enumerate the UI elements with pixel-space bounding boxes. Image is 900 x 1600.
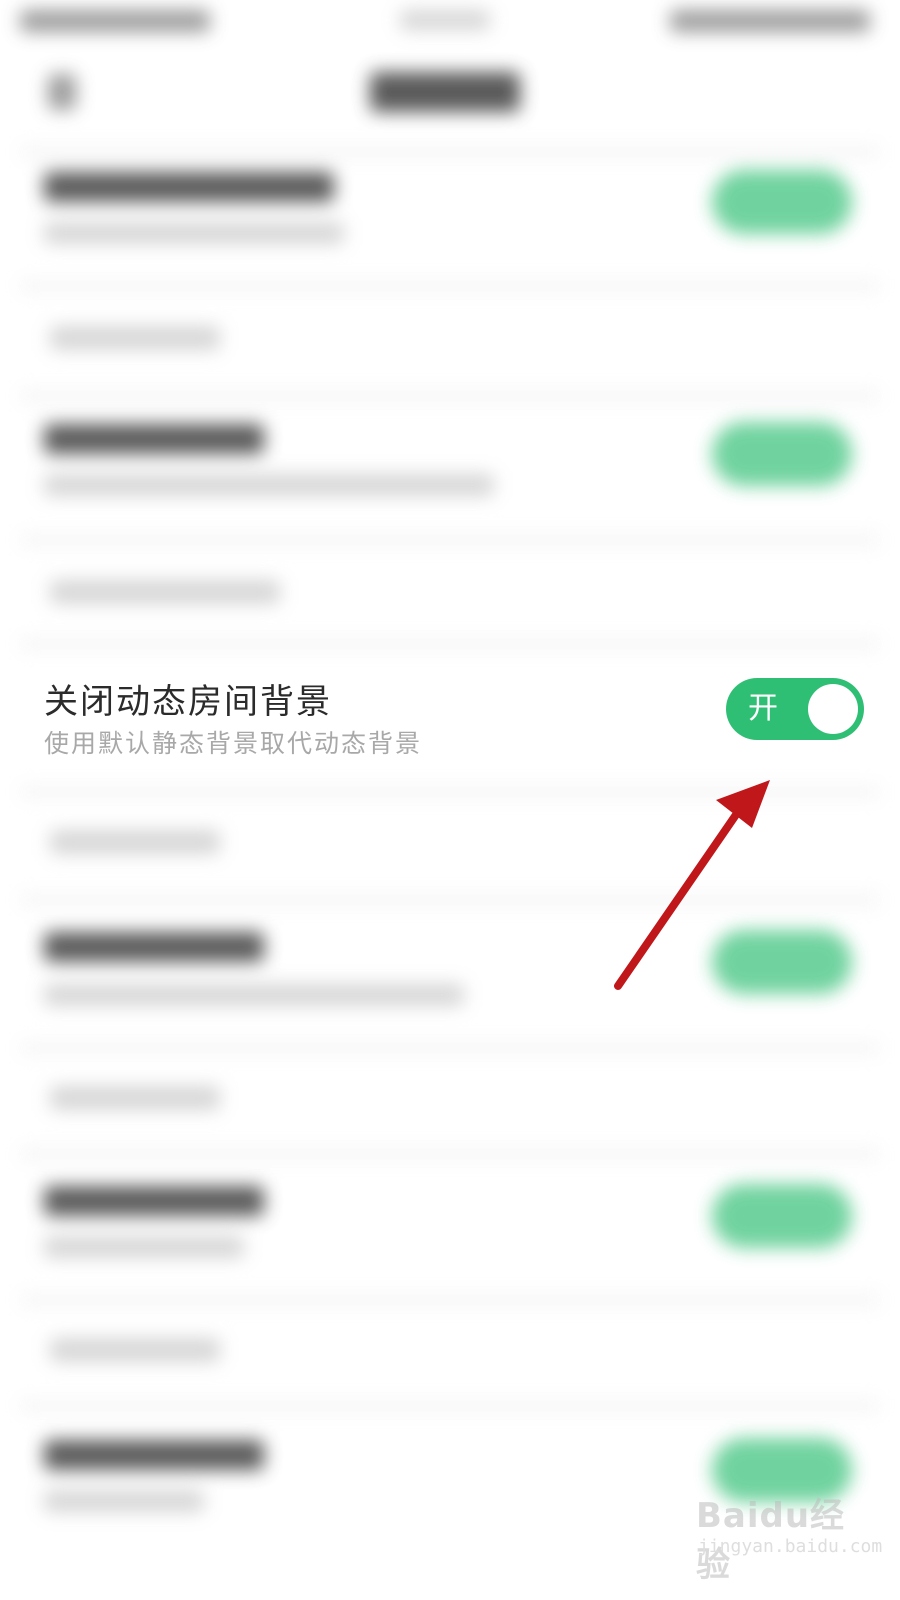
blurred-background [0, 0, 900, 1600]
toggle-label: 开 [748, 691, 778, 726]
baidu-jingyan-watermark: Baidu经验 jingyan.baidu.com [696, 1488, 882, 1585]
watermark-url: jingyan.baidu.com [698, 1536, 883, 1557]
setting-subtitle: 使用默认静态背景取代动态背景 [44, 729, 423, 758]
setting-row-dynamic-room-background: 关闭动态房间背景 使用默认静态背景取代动态背景 开 [0, 660, 900, 770]
settings-screen: 关闭动态房间背景 使用默认静态背景取代动态背景 开 Baidu经验 jingya… [0, 0, 900, 1600]
dynamic-background-toggle[interactable]: 开 [726, 678, 864, 740]
setting-title: 关闭动态房间背景 [44, 682, 332, 722]
toggle-knob [808, 684, 858, 734]
